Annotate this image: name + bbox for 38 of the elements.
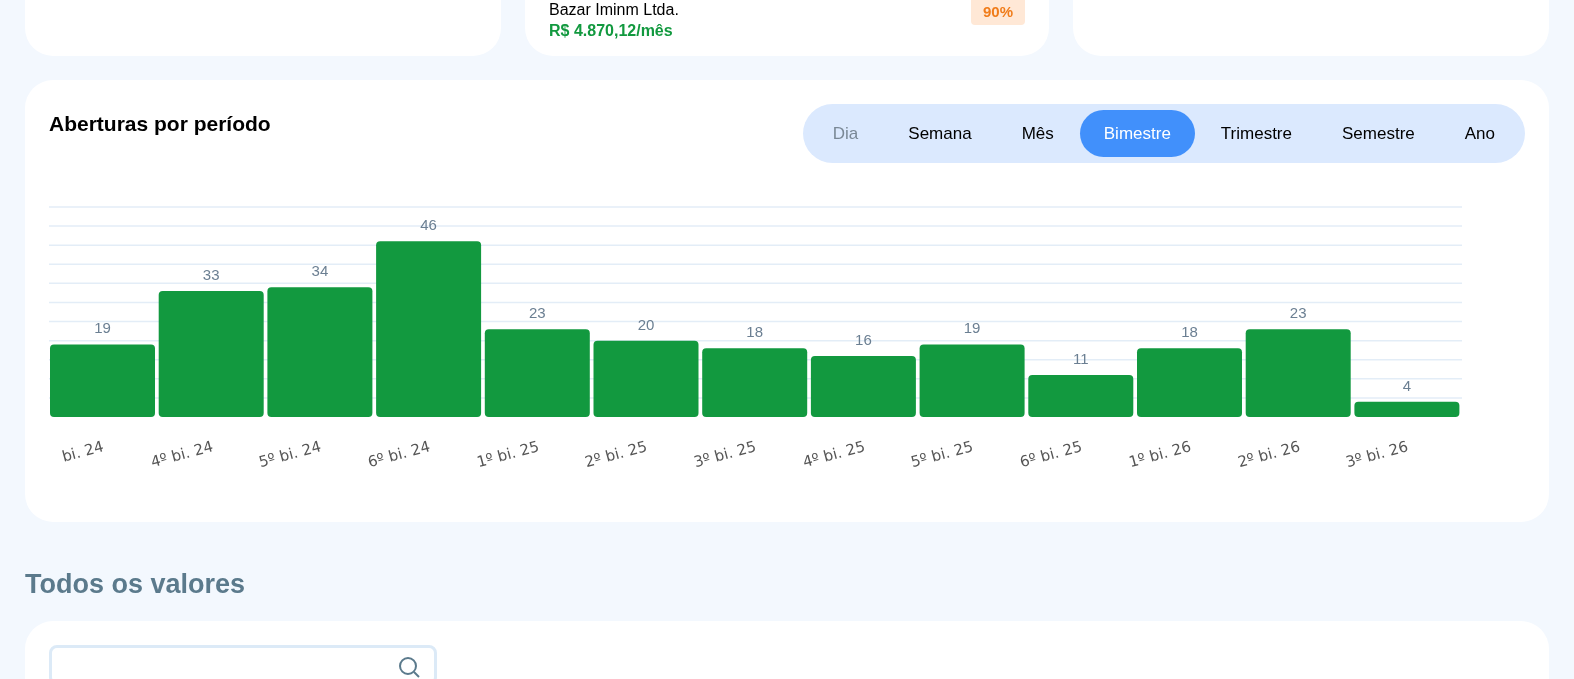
axis-label: 6º bi. 24 bbox=[365, 436, 433, 474]
bar-value-label: 23 bbox=[528, 304, 546, 322]
period-tab[interactable]: Semestre bbox=[1318, 110, 1439, 157]
company-name: Bazar Iminm Ltda. bbox=[549, 1, 679, 19]
search-icon bbox=[398, 655, 420, 678]
bar-value-label: 34 bbox=[311, 262, 329, 280]
monthly-amount: R$ 4.870,12/mês bbox=[549, 21, 674, 41]
section-title: Todos os valores bbox=[25, 568, 247, 601]
bar-value-label: 4 bbox=[1402, 376, 1412, 394]
axis-label: 3º bi. 25 bbox=[691, 436, 759, 474]
axis-label: 4º bi. 24 bbox=[147, 436, 216, 474]
axis-label: 5º bi. 24 bbox=[256, 436, 324, 474]
axis-label: 2º bi. 25 bbox=[582, 436, 651, 474]
chart-title: Aberturas por período bbox=[49, 111, 271, 137]
bar-value-label: 46 bbox=[420, 216, 437, 234]
bar-value-label: 16 bbox=[855, 330, 872, 348]
percent-badge: 90% bbox=[970, 0, 1025, 25]
bar-value-label: 19 bbox=[94, 319, 111, 337]
axis-label: 6º bi. 25 bbox=[1017, 436, 1085, 474]
axis-label: 1º bi. 25 bbox=[474, 436, 542, 474]
axis-label: 3º bi. 26 bbox=[1343, 436, 1411, 474]
period-tab[interactable]: Mês bbox=[997, 110, 1078, 157]
axis-label: 2º bi. 26 bbox=[1234, 436, 1303, 474]
filter-field[interactable] bbox=[49, 644, 437, 679]
axis-label: 5º bi. 25 bbox=[908, 436, 977, 474]
bar-value-label: 33 bbox=[202, 266, 220, 283]
axis-label: 4º bi. 25 bbox=[800, 436, 868, 474]
axis-label: bi. 24 bbox=[59, 436, 107, 468]
period-tab[interactable]: Semana bbox=[884, 110, 996, 157]
period-tab[interactable]: Ano bbox=[1440, 110, 1519, 157]
axis-label: 1º bi. 26 bbox=[1126, 436, 1194, 474]
bar-value-label: 18 bbox=[1181, 323, 1198, 341]
period-tab[interactable]: Trimestre bbox=[1196, 110, 1316, 157]
bar-value-label: 18 bbox=[746, 323, 764, 341]
bar-value-label: 20 bbox=[637, 315, 655, 333]
bar-value-label: 23 bbox=[1289, 304, 1307, 322]
bar-value-label: 19 bbox=[963, 319, 981, 337]
bar-value-label: 11 bbox=[1073, 350, 1089, 367]
